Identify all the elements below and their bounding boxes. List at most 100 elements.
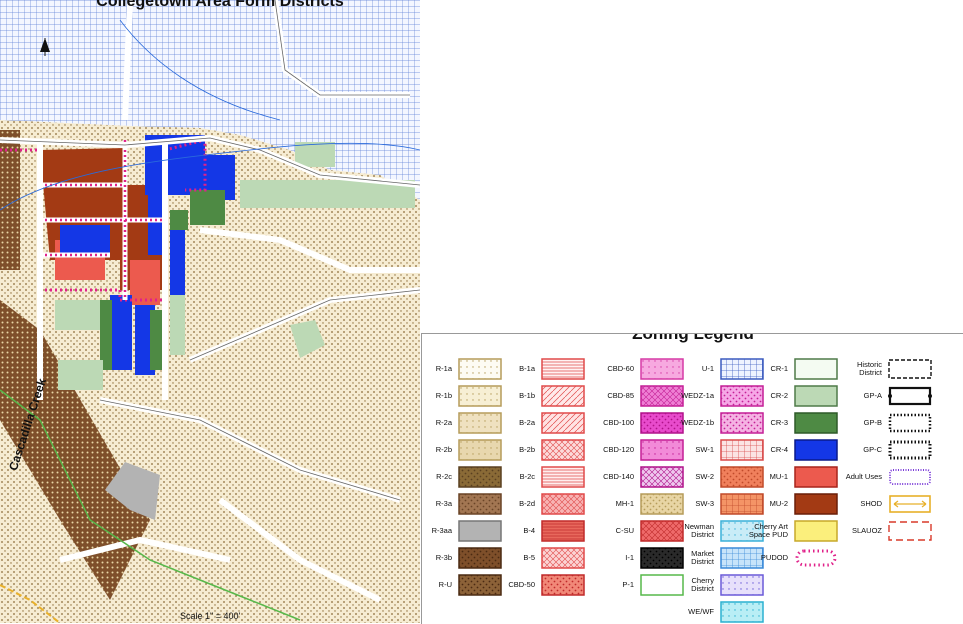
legend-swatch	[541, 358, 585, 380]
legend-item: R-2a	[422, 412, 502, 434]
legend-item-label: CR-2	[770, 390, 788, 400]
legend-item-label: MU-1	[769, 471, 788, 481]
legend-item: CBD-120	[590, 439, 684, 461]
legend-title: Zoning Legend	[632, 333, 754, 343]
legend-item-label: B-2b	[519, 444, 535, 454]
legend-swatch	[458, 520, 502, 542]
legend-item: B-2c	[505, 466, 585, 488]
legend-item: MU-2	[742, 493, 838, 515]
zoning-map: Collegetown Area Form Districts Cascadil…	[0, 0, 420, 623]
legend-item-label: SHOD	[860, 498, 882, 508]
legend-swatch	[794, 358, 838, 380]
legend-item: PUDOD	[742, 547, 838, 569]
legend-swatch	[795, 549, 837, 567]
legend-item-label: R-1a	[435, 363, 452, 373]
legend-item: CBD-85	[590, 385, 684, 407]
legend-item-label: WEDZ-1b	[681, 417, 714, 427]
legend-swatch	[888, 413, 932, 433]
legend-swatch	[541, 412, 585, 434]
legend-item: CR-2	[742, 385, 838, 407]
legend-item: R-3b	[422, 547, 502, 569]
legend-item: R-2b	[422, 439, 502, 461]
legend-item-label: B-2a	[519, 417, 535, 427]
legend-item-label: WE/WF	[688, 606, 714, 616]
legend-swatch	[720, 574, 764, 596]
legend-item-label: CBD-85	[607, 390, 634, 400]
legend-item: B-2a	[505, 412, 585, 434]
zoning-legend: Zoning Legend R-1a R-1b R-2a R-2b R-2c R-3a R-…	[421, 333, 963, 624]
legend-item: B-2b	[505, 439, 585, 461]
legend-swatch	[888, 521, 932, 541]
legend-swatch	[458, 385, 502, 407]
legend-item: B-1a	[505, 358, 585, 380]
legend-item-label: R-3a	[435, 498, 452, 508]
legend-item-label: MU-2	[769, 498, 788, 508]
legend-item-label: R-2c	[436, 471, 452, 481]
legend-item-label: SW-2	[695, 471, 714, 481]
legend-item: CBD-100	[590, 412, 684, 434]
legend-item-label: CR-3	[770, 417, 788, 427]
legend-swatch	[541, 439, 585, 461]
legend-item: GP-C	[842, 439, 932, 461]
legend-swatch	[458, 493, 502, 515]
legend-item-label: WEDZ-1a	[681, 390, 714, 400]
legend-item: MH-1	[590, 493, 684, 515]
legend-item: CR-1	[742, 358, 838, 380]
legend-item-label: CBD-120	[603, 444, 634, 454]
legend-item-label: GP-B	[863, 417, 882, 427]
legend-item: WE/WF	[672, 601, 764, 623]
legend-item-label: CBD-100	[603, 417, 634, 427]
legend-item: R-1a	[422, 358, 502, 380]
legend-swatch	[458, 412, 502, 434]
legend-item: Cherry Art Space PUD	[742, 520, 838, 542]
legend-item: SLAUOZ	[842, 520, 932, 542]
legend-item-label: B-1a	[519, 363, 535, 373]
legend-swatch	[541, 466, 585, 488]
legend-item-label: C-SU	[615, 525, 634, 535]
legend-item: R-3aa	[422, 520, 502, 542]
legend-item-label: Cherry District	[691, 575, 714, 593]
legend-item-label: B-2d	[519, 498, 535, 508]
legend-item-label: B-4	[523, 525, 535, 535]
legend-item-label: GP-C	[863, 444, 882, 454]
legend-item-label: CR-4	[770, 444, 788, 454]
legend-item: I-1	[590, 547, 684, 569]
legend-item-label: PUDOD	[760, 552, 788, 562]
legend-item: CR-4	[742, 439, 838, 461]
legend-swatch	[889, 495, 931, 513]
legend-item-label: CR-1	[770, 363, 788, 373]
legend-item-label: R-3b	[435, 552, 452, 562]
legend-swatch	[888, 359, 932, 379]
legend-item: GP-A	[842, 385, 932, 407]
legend-item: R-2c	[422, 466, 502, 488]
scale-label: Scale 1" = 400'	[180, 611, 241, 621]
legend-item-label: SW-1	[695, 444, 714, 454]
legend-swatch	[541, 493, 585, 515]
legend-item-label: B-5	[523, 552, 535, 562]
legend-item-label: R-2b	[435, 444, 452, 454]
legend-item-label: U-1	[701, 363, 714, 373]
legend-swatch	[794, 385, 838, 407]
legend-item: R-3a	[422, 493, 502, 515]
legend-swatch	[888, 440, 932, 460]
legend-item-label: MH-1	[615, 498, 634, 508]
legend-item-label: CBD-140	[603, 471, 634, 481]
legend-swatch	[794, 520, 838, 542]
legend-item-label: R-2a	[435, 417, 452, 427]
legend-item: B-2d	[505, 493, 585, 515]
legend-item-label: Cherry Art Space PUD	[748, 521, 788, 539]
map-canvas	[0, 0, 420, 623]
legend-swatch	[541, 574, 585, 596]
legend-item-label: Newman District	[684, 521, 714, 539]
legend-swatch	[888, 386, 932, 406]
legend-item: C-SU	[590, 520, 684, 542]
legend-item-label: CBD-60	[607, 363, 634, 373]
legend-item-label: SW-3	[695, 498, 714, 508]
legend-item-label: B-2c	[519, 471, 535, 481]
legend-item-label: R-U	[438, 579, 452, 589]
legend-item: SHOD	[842, 493, 932, 515]
legend-swatch	[794, 493, 838, 515]
legend-item: MU-1	[742, 466, 838, 488]
legend-item-label: Adult Uses	[845, 471, 882, 481]
legend-swatch	[794, 412, 838, 434]
